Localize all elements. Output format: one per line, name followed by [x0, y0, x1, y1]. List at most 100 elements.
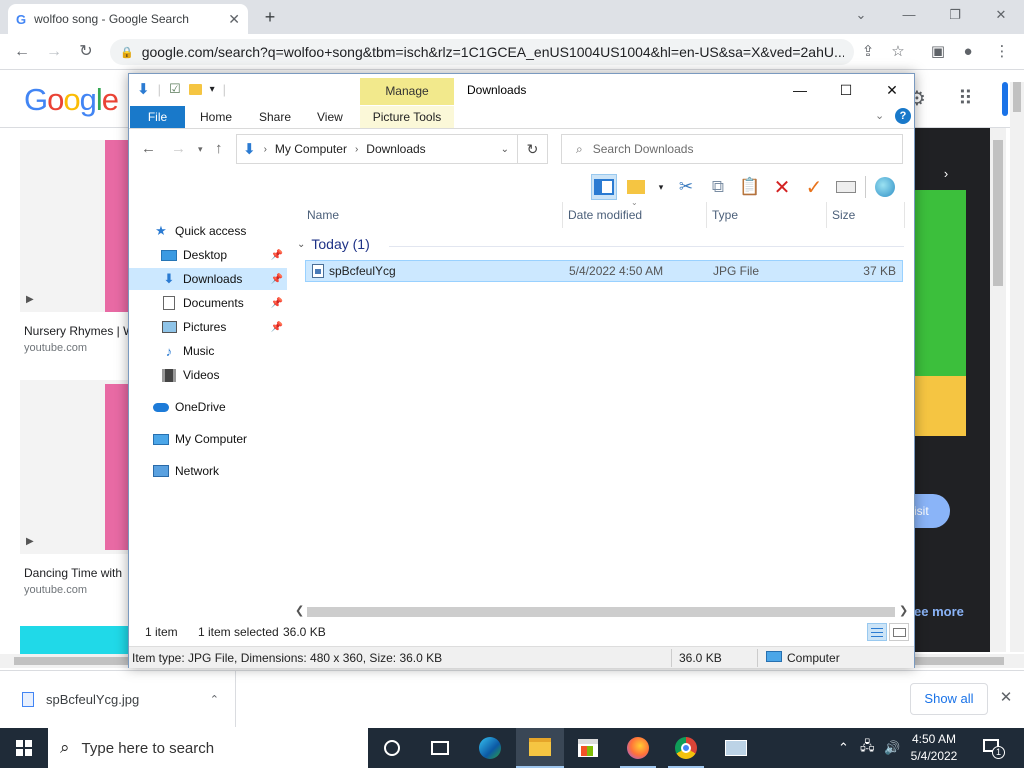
- pc-app-button[interactable]: [712, 728, 760, 768]
- group-header[interactable]: ⌄ Today (1): [297, 236, 370, 252]
- volume-icon[interactable]: 🔊: [884, 728, 900, 768]
- picture-tools-tab[interactable]: Picture Tools: [360, 106, 454, 128]
- forward-icon[interactable]: →: [171, 140, 186, 157]
- customize-toolbar-icon[interactable]: ▾: [210, 84, 215, 95]
- rename-icon[interactable]: [833, 174, 859, 200]
- folder-properties-icon[interactable]: [623, 174, 649, 200]
- file-explorer-button[interactable]: [516, 728, 564, 768]
- explorer-minimize-button[interactable]: —: [777, 78, 823, 102]
- share-icon[interactable]: ⇪: [856, 40, 880, 64]
- google-logo[interactable]: Google: [24, 82, 119, 118]
- new-folder-icon[interactable]: [188, 83, 202, 95]
- dropdown-icon[interactable]: ▾: [655, 174, 667, 200]
- page-scrollbar[interactable]: [1010, 82, 1024, 652]
- scroll-right-icon[interactable]: ❯: [899, 604, 908, 617]
- scroll-left-icon[interactable]: ❮: [295, 604, 304, 617]
- help-icon[interactable]: ?: [895, 108, 911, 124]
- collapse-icon[interactable]: ⌄: [297, 239, 305, 250]
- show-all-button[interactable]: Show all: [910, 683, 988, 715]
- scrollbar-thumb[interactable]: [307, 607, 895, 617]
- minimize-button[interactable]: —: [886, 4, 932, 26]
- explorer-close-button[interactable]: ✕: [869, 78, 915, 102]
- chrome-button[interactable]: [662, 728, 710, 768]
- nav-item-onedrive[interactable]: OneDrive: [129, 396, 287, 418]
- apps-grid-icon[interactable]: ⠿: [958, 86, 973, 111]
- profile-avatar-icon[interactable]: ●: [956, 40, 980, 64]
- file-list-scrollbar[interactable]: ❮ ❯: [291, 603, 911, 619]
- paste-icon[interactable]: 📋: [737, 174, 763, 200]
- close-download-bar-icon[interactable]: ✕: [996, 688, 1016, 708]
- preview-pane-button[interactable]: [591, 174, 617, 200]
- explorer-maximize-button[interactable]: ☐: [823, 78, 869, 102]
- show-hidden-icons[interactable]: ⌃: [838, 728, 849, 768]
- nav-item-music[interactable]: ♪ Music: [129, 340, 287, 362]
- see-more-link[interactable]: ee more: [914, 604, 964, 619]
- nav-item-downloads[interactable]: ⬇ Downloads 📌: [129, 268, 287, 290]
- download-item[interactable]: spBcfeulYcg.jpg ⌃: [0, 671, 236, 727]
- tab-close-icon[interactable]: ✕: [228, 11, 240, 28]
- search-box[interactable]: ⌕ Search Downloads: [561, 134, 903, 164]
- back-icon[interactable]: ←: [141, 140, 156, 157]
- image-result-thumbnail[interactable]: [20, 626, 130, 656]
- image-result-thumbnail[interactable]: [20, 380, 128, 554]
- network-tray-icon[interactable]: 🖧: [860, 728, 875, 768]
- image-result-source[interactable]: youtube.com: [24, 584, 87, 596]
- preview-image[interactable]: [914, 190, 966, 436]
- recent-locations-icon[interactable]: ▾: [198, 144, 203, 155]
- menu-dots-icon[interactable]: ⋮: [990, 40, 1014, 64]
- nav-item-quick-access[interactable]: ★ Quick access: [129, 220, 287, 242]
- large-icons-view-button[interactable]: [889, 623, 909, 641]
- share-tab[interactable]: Share: [259, 106, 291, 128]
- expand-ribbon-icon[interactable]: ⌄: [875, 109, 884, 122]
- nav-item-videos[interactable]: Videos: [129, 364, 287, 386]
- nav-item-network[interactable]: Network: [129, 460, 287, 482]
- globe-icon[interactable]: [872, 174, 898, 200]
- breadcrumb-my-computer[interactable]: My Computer: [275, 142, 347, 156]
- store-button[interactable]: [564, 728, 612, 768]
- cut-icon[interactable]: ✂: [673, 174, 699, 200]
- column-header-name[interactable]: Name: [307, 208, 339, 222]
- downloads-arrow-icon[interactable]: ⬇: [137, 80, 150, 98]
- task-view-button[interactable]: [416, 728, 464, 768]
- up-icon[interactable]: ↑: [215, 140, 223, 157]
- new-tab-button[interactable]: +: [258, 6, 282, 30]
- copy-icon[interactable]: ⧉: [705, 174, 731, 200]
- column-header-type[interactable]: Type: [712, 208, 738, 222]
- breadcrumb-downloads[interactable]: Downloads: [366, 142, 425, 156]
- back-arrow-icon[interactable]: ←: [10, 40, 34, 64]
- firefox-button[interactable]: [614, 728, 662, 768]
- close-window-button[interactable]: ✕: [978, 4, 1024, 26]
- manage-contextual-tab[interactable]: Manage: [360, 78, 454, 105]
- image-result-title[interactable]: Dancing Time with: [24, 566, 122, 580]
- cortana-button[interactable]: [368, 728, 416, 768]
- nav-item-documents[interactable]: Documents 📌: [129, 292, 287, 314]
- url-text[interactable]: google.com/search?q=wolfoo+song&tbm=isch…: [142, 44, 844, 60]
- next-image-icon[interactable]: ›: [928, 166, 964, 186]
- image-result-title[interactable]: Nursery Rhymes | W: [24, 324, 134, 338]
- reload-icon[interactable]: ↻: [74, 40, 98, 64]
- nav-item-my-computer[interactable]: My Computer: [129, 428, 287, 450]
- restore-button[interactable]: ❐: [932, 4, 978, 26]
- view-tab[interactable]: View: [317, 106, 343, 128]
- refresh-button[interactable]: ↻: [518, 134, 548, 164]
- file-tab[interactable]: File: [130, 106, 185, 128]
- tab-search-icon[interactable]: ⌄: [838, 4, 884, 26]
- nav-item-pictures[interactable]: Pictures 📌: [129, 316, 287, 338]
- properties-icon[interactable]: ☑: [169, 81, 181, 97]
- address-dropdown-icon[interactable]: ⌄: [501, 144, 509, 155]
- preview-scrollbar[interactable]: [990, 128, 1006, 652]
- browser-tab[interactable]: G wolfoo song - Google Search ✕: [8, 4, 248, 34]
- bookmark-star-icon[interactable]: ☆: [886, 40, 910, 64]
- notification-center-button[interactable]: 1: [980, 736, 1006, 760]
- taskbar-search[interactable]: ⌕ Type here to search: [48, 728, 368, 768]
- edge-button[interactable]: [466, 728, 514, 768]
- clock[interactable]: 4:50 AM 5/4/2022: [902, 731, 966, 765]
- nav-item-desktop[interactable]: Desktop 📌: [129, 244, 287, 266]
- chevron-up-icon[interactable]: ⌃: [210, 693, 219, 706]
- details-view-button[interactable]: [867, 623, 887, 641]
- delete-icon[interactable]: ✕: [769, 174, 795, 200]
- file-row[interactable]: spBcfeulYcg 5/4/2022 4:50 AM JPG File 37…: [305, 260, 903, 282]
- sign-in-button-edge[interactable]: [1002, 82, 1008, 116]
- address-bar[interactable]: 🔒 google.com/search?q=wolfoo+song&tbm=is…: [110, 39, 854, 65]
- column-header-size[interactable]: Size: [832, 208, 855, 222]
